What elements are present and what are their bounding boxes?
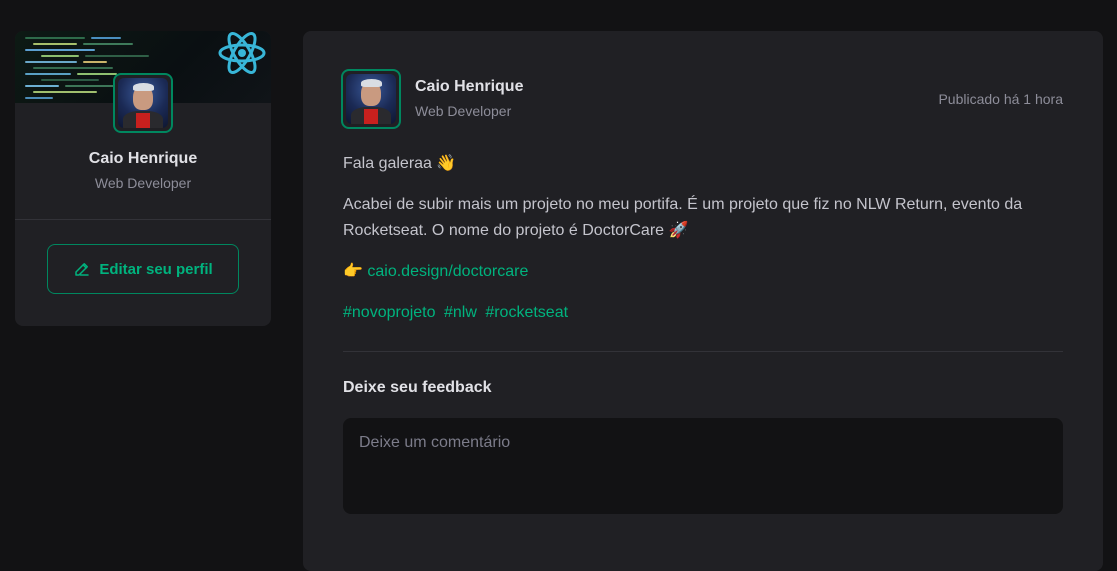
post-published-time: Publicado há 1 hora	[938, 91, 1063, 107]
react-atom-icon	[218, 32, 266, 74]
profile-name: Caio Henrique	[88, 150, 198, 167]
comment-input[interactable]	[343, 418, 1063, 514]
post-author-name: Caio Henrique	[415, 78, 524, 95]
post-content: Fala galeraa 👋 Acabei de subir mais um p…	[343, 151, 1063, 341]
pencil-line-icon	[75, 263, 90, 276]
post-link[interactable]: caio.design/doctorcare	[367, 263, 528, 280]
post-card: Caio Henrique Web Developer Publicado há…	[303, 31, 1103, 571]
post-hashtags: #novoprojeto #nlw #rocketseat	[343, 300, 1063, 326]
post-divider	[343, 351, 1063, 352]
post-body: Acabei de subir mais um projeto no meu p…	[343, 196, 1023, 239]
edit-profile-label: Editar seu perfil	[99, 260, 213, 278]
sidebar-avatar[interactable]	[113, 73, 173, 133]
profile-role: Web Developer	[94, 175, 192, 191]
avatar-photo	[346, 74, 396, 124]
post-author-role: Web Developer	[415, 103, 512, 119]
post-link-line: 👉 caio.design/doctorcare	[343, 259, 1063, 285]
avatar-photo	[118, 78, 168, 128]
profile-sidebar: Caio Henrique Web Developer Editar seu p…	[15, 31, 271, 326]
post-author-avatar[interactable]	[341, 69, 401, 129]
post-greeting: Fala galeraa 👋	[343, 155, 457, 172]
feedback-title: Deixe seu feedback	[343, 379, 492, 396]
hashtag-link[interactable]: #novoprojeto	[343, 304, 436, 321]
edit-profile-button[interactable]: Editar seu perfil	[47, 244, 239, 294]
hashtag-link[interactable]: #nlw	[444, 304, 477, 321]
hashtag-link[interactable]: #rocketseat	[485, 304, 568, 321]
pointing-hand-icon: 👉	[343, 263, 363, 280]
sidebar-divider	[15, 219, 271, 220]
